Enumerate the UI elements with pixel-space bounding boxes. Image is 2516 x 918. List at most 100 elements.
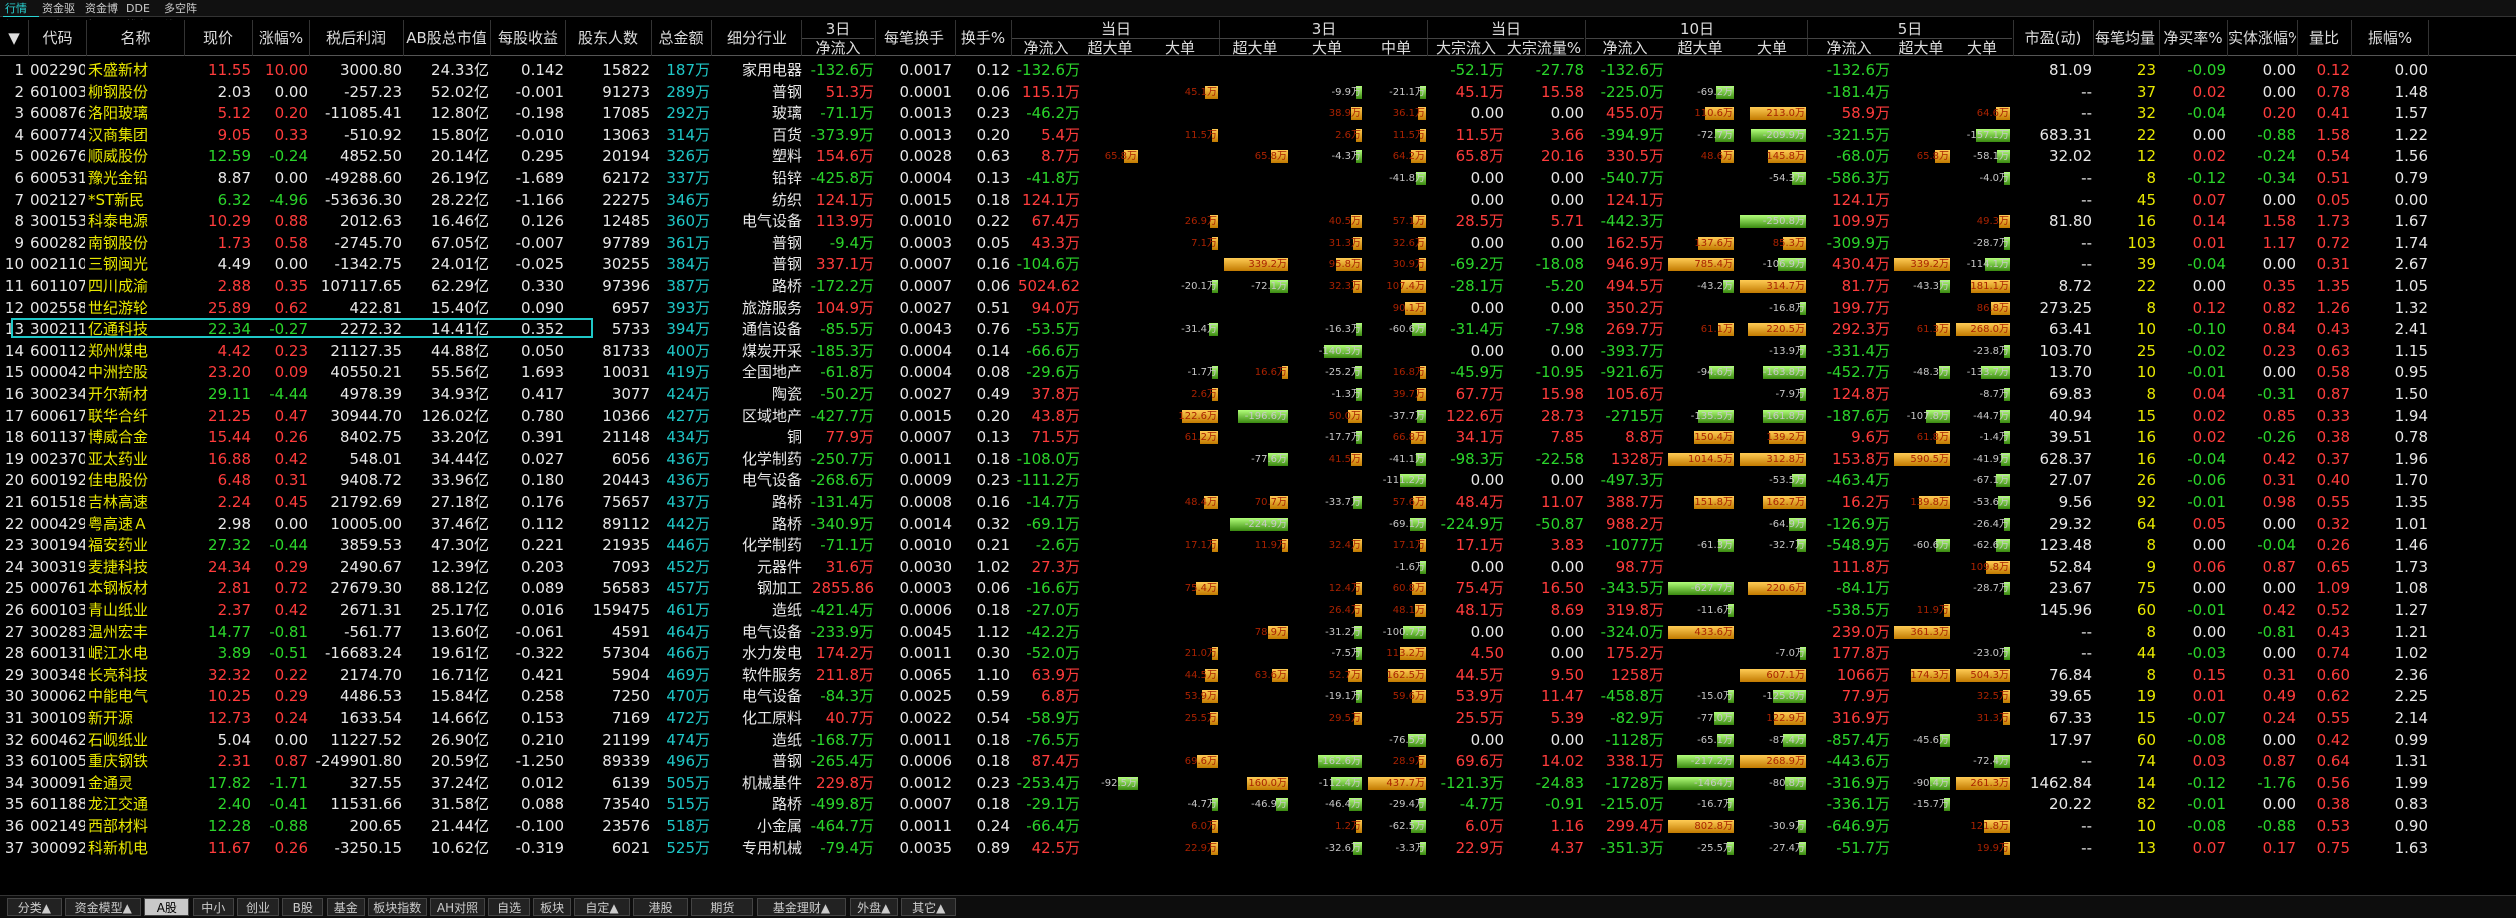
name[interactable]: 温州宏丰	[88, 622, 183, 644]
name[interactable]: 福安药业	[88, 535, 183, 557]
code[interactable]: 600192	[30, 470, 85, 492]
header-block-group[interactable]: 当日	[1428, 20, 1584, 38]
code[interactable]: 601003	[30, 82, 85, 104]
header-today-big[interactable]: 大单	[1140, 39, 1220, 57]
table-row[interactable]: 21 601518 吉林高速 2.24 0.45 21792.69 27.18亿 0.176 7…	[0, 492, 2516, 514]
header-10d-group[interactable]: 10日	[1586, 20, 1808, 38]
name[interactable]: *ST新民	[88, 190, 183, 212]
name[interactable]: 顺威股份	[88, 146, 183, 168]
name[interactable]: 长亮科技	[88, 665, 183, 687]
name[interactable]: 佳电股份	[88, 470, 183, 492]
code[interactable]: 600103	[30, 600, 85, 622]
code[interactable]: 002676	[30, 146, 85, 168]
code[interactable]: 300092	[30, 838, 85, 860]
name[interactable]: 龙江交通	[88, 794, 183, 816]
header-profit[interactable]: 税后利润	[310, 20, 402, 56]
table-row[interactable]: 27 300283 温州宏丰 14.77 -0.81 -561.77 13.60亿 -0.06…	[0, 622, 2516, 644]
table-row[interactable]: 5 002676 顺威股份 12.59 -0.24 4852.50 20.14亿 0.295 2…	[0, 146, 2516, 168]
header-5d-group[interactable]: 5日	[1808, 20, 2012, 38]
name[interactable]: 豫光金铅	[88, 168, 183, 190]
header-3d-super[interactable]: 超大单	[1220, 39, 1290, 57]
header-avg-trade[interactable]: 每笔均量	[2094, 20, 2156, 56]
table-row[interactable]: 3 600876 洛阳玻璃 5.12 0.20 -11085.41 12.80亿 -0.198…	[0, 103, 2516, 125]
name[interactable]: 开尔新材	[88, 384, 183, 406]
table-row[interactable]: 25 000761 本钢板材 2.81 0.72 27679.30 88.12亿 0.089 5…	[0, 578, 2516, 600]
table-row[interactable]: 16 300234 开尔新材 29.11 -4.44 4978.39 34.93亿 0.417…	[0, 384, 2516, 406]
table-row[interactable]: 33 601005 重庆钢铁 2.31 0.87 -249901.80 20.59亿 -1.2…	[0, 751, 2516, 773]
table-row[interactable]: 26 600103 青山纸业 2.37 0.42 2671.31 25.17亿 0.016 15…	[0, 600, 2516, 622]
code[interactable]: 600112	[30, 341, 85, 363]
name[interactable]: 联华合纤	[88, 406, 183, 428]
table-row[interactable]: 8 300153 科泰电源 10.29 0.88 2012.63 16.46亿 0.126 12…	[0, 211, 2516, 233]
table-row[interactable]: 23 300194 福安药业 27.32 -0.44 3859.53 47.30亿 0.221…	[0, 535, 2516, 557]
name[interactable]: 麦捷科技	[88, 557, 183, 579]
code[interactable]: 600131	[30, 643, 85, 665]
bottom-tab-8[interactable]: AH对照	[430, 898, 486, 916]
name[interactable]: 石岘纸业	[88, 730, 183, 752]
table-row[interactable]: 28 600131 岷江水电 3.89 -0.51 -16683.24 19.61亿 -0.3…	[0, 643, 2516, 665]
name[interactable]: 世纪游轮	[88, 298, 183, 320]
top-tab-0[interactable]: 行情报价	[3, 0, 39, 32]
name[interactable]: 粤高速Ａ	[88, 514, 183, 536]
header-per-trade[interactable]: 每笔换手	[876, 20, 952, 56]
top-tab-3[interactable]: DDE排名	[124, 0, 160, 32]
header-block-in[interactable]: 大宗流入	[1428, 39, 1504, 57]
name[interactable]: 郑州煤电	[88, 341, 183, 363]
table-row[interactable]: 12 002558 世纪游轮 25.89 0.62 422.81 15.40亿 0.090 69…	[0, 298, 2516, 320]
name[interactable]: 南钢股份	[88, 233, 183, 255]
header-today-group[interactable]: 当日	[1012, 20, 1220, 38]
header-code[interactable]: 代码	[30, 20, 85, 56]
name[interactable]: 洛阳玻璃	[88, 103, 183, 125]
sort-toggle[interactable]: ▼	[0, 20, 28, 56]
table-row[interactable]: 1 002290 禾盛新材 11.55 10.00 3000.80 24.33亿 0.142 1…	[0, 60, 2516, 82]
header-3d-order-group[interactable]: 3日	[1220, 20, 1428, 38]
header-ab-cap[interactable]: AB股总市值	[404, 20, 489, 56]
header-10d-net[interactable]: 净流入	[1586, 39, 1664, 57]
table-row[interactable]: 29 300348 长亮科技 32.32 0.22 2174.70 16.71亿 0.421 5…	[0, 665, 2516, 687]
header-body-chg[interactable]: 实体涨幅%	[2228, 20, 2296, 56]
code[interactable]: 601005	[30, 751, 85, 773]
name[interactable]: 科新机电	[88, 838, 183, 860]
name[interactable]: 科泰电源	[88, 211, 183, 233]
code[interactable]: 600531	[30, 168, 85, 190]
name[interactable]: 重庆钢铁	[88, 751, 183, 773]
header-block-pct[interactable]: 大宗流量%	[1504, 39, 1584, 57]
header-3d-net[interactable]: 净流入	[802, 39, 874, 57]
table-row[interactable]: 7 002127 *ST新民 6.32 -4.96 -53636.30 28.22亿 -1.1…	[0, 190, 2516, 212]
header-10d-super[interactable]: 超大单	[1664, 39, 1736, 57]
table-row[interactable]: 36 002149 西部材料 12.28 -0.88 200.65 21.44亿 -0.100…	[0, 816, 2516, 838]
name[interactable]: 三钢闽光	[88, 254, 183, 276]
code[interactable]: 300153	[30, 211, 85, 233]
code[interactable]: 000042	[30, 362, 85, 384]
bottom-tab-11[interactable]: 自定▲	[574, 898, 630, 916]
name[interactable]: 本钢板材	[88, 578, 183, 600]
top-tab-1[interactable]: 资金驱动力	[40, 0, 82, 32]
code[interactable]: 601137	[30, 427, 85, 449]
name[interactable]: 金通灵	[88, 773, 183, 795]
code[interactable]: 300109	[30, 708, 85, 730]
name[interactable]: 中能电气	[88, 686, 183, 708]
header-name[interactable]: 名称	[88, 20, 183, 56]
bottom-tab-14[interactable]: 基金理财▲	[756, 898, 847, 916]
header-pe[interactable]: 市盈(动)	[2014, 20, 2092, 56]
code[interactable]: 000761	[30, 578, 85, 600]
bottom-tab-1[interactable]: 资金模型▲	[65, 898, 142, 916]
header-today-net[interactable]: 净流入	[1012, 39, 1080, 57]
code[interactable]: 600876	[30, 103, 85, 125]
name[interactable]: 柳钢股份	[88, 82, 183, 104]
table-row[interactable]: 19 002370 亚太药业 16.88 0.42 548.01 34.44亿 0.027 60…	[0, 449, 2516, 471]
table-row[interactable]: 32 600462 石岘纸业 5.04 0.00 11227.52 26.90亿 0.210 2…	[0, 730, 2516, 752]
bottom-tab-13[interactable]: 期货	[691, 898, 754, 916]
table-row[interactable]: 11 601107 四川成渝 2.88 0.35 107117.65 62.29亿 0.330…	[0, 276, 2516, 298]
header-vol-ratio[interactable]: 量比	[2298, 20, 2350, 56]
name[interactable]: 吉林高速	[88, 492, 183, 514]
code[interactable]: 300283	[30, 622, 85, 644]
bottom-tab-16[interactable]: 其它▲	[901, 898, 957, 916]
code[interactable]: 300348	[30, 665, 85, 687]
table-row[interactable]: 30 300062 中能电气 10.25 0.29 4486.53 15.84亿 0.258 7…	[0, 686, 2516, 708]
top-tab-2[interactable]: 资金博弈	[83, 0, 123, 32]
bottom-tab-15[interactable]: 外盘▲	[849, 898, 898, 916]
code[interactable]: 002149	[30, 816, 85, 838]
table-row[interactable]: 14 600112 郑州煤电 4.42 0.23 21127.35 44.88亿 0.050 8…	[0, 341, 2516, 363]
bottom-tab-9[interactable]: 自选	[488, 898, 530, 916]
